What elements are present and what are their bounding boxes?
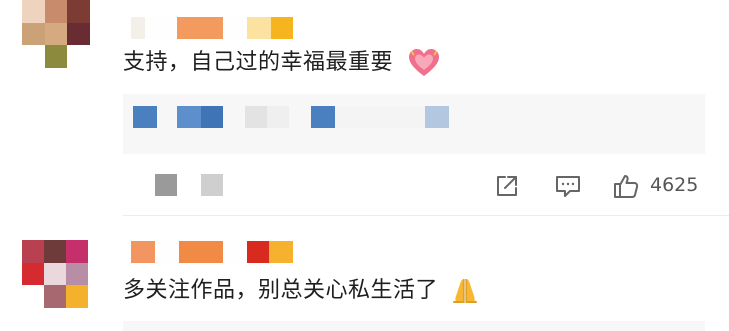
comment-feed: 支持，自己过的幸福最重要 4625 多关注作品，别总关心私生活了 <box>0 0 729 331</box>
reply-preview-content <box>133 106 449 128</box>
comment-text: 支持，自己过的幸福最重要 <box>123 48 441 78</box>
like-count: 4625 <box>650 174 699 196</box>
thumbs-up-icon[interactable] <box>612 172 640 200</box>
username[interactable] <box>131 17 293 39</box>
reply-preview-card[interactable] <box>123 94 705 154</box>
avatar[interactable] <box>22 0 90 68</box>
comment-text-content: 多关注作品，别总关心私生活了 <box>123 278 439 303</box>
divider <box>123 215 729 216</box>
comment-text-content: 支持，自己过的幸福最重要 <box>123 50 394 75</box>
comment-icon[interactable] <box>554 172 582 200</box>
folded-hands-icon <box>450 276 480 306</box>
avatar[interactable] <box>22 240 88 308</box>
pixelated-element <box>201 174 223 196</box>
comment-action-bar: 4625 <box>123 170 705 200</box>
reply-preview-card[interactable] <box>123 321 705 331</box>
comment-text: 多关注作品，别总关心私生活了 <box>123 276 480 306</box>
growing-heart-icon <box>407 48 441 78</box>
share-icon[interactable] <box>493 172 521 200</box>
pixelated-element <box>155 174 177 196</box>
username[interactable] <box>131 241 293 263</box>
